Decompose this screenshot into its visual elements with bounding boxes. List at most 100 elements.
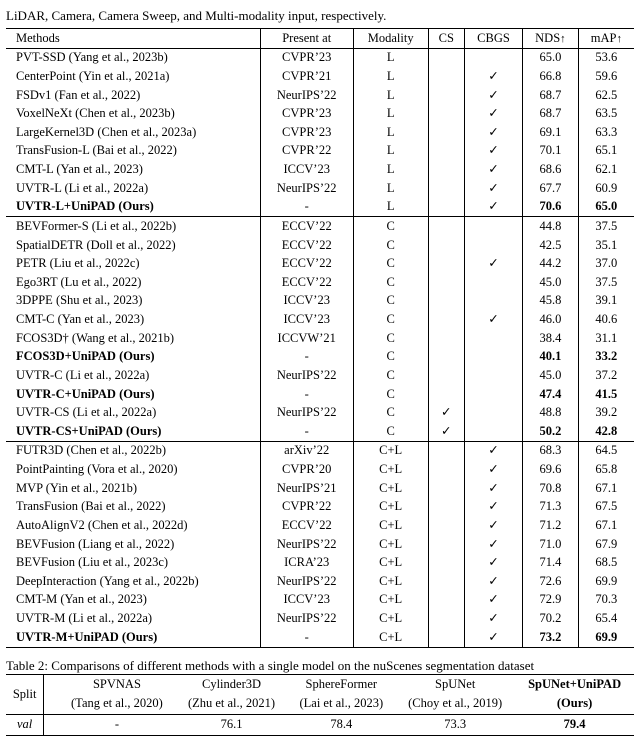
cell-presentat: ICCVW’21: [260, 329, 353, 348]
cell-method: LargeKernel3D (Chen et al., 2023a): [6, 123, 260, 142]
cell-cs: [428, 67, 464, 86]
cell-modality: L: [353, 105, 428, 124]
cell-nds: 72.9: [523, 591, 579, 610]
table2-caption: Table 2: Comparisons of different method…: [6, 658, 634, 674]
cell-cbgs: [464, 422, 522, 441]
cell-modality: L: [353, 67, 428, 86]
cell-modality: C: [353, 311, 428, 330]
table-row: Ego3RT (Lu et al., 2022)ECCV’22C45.037.5: [6, 273, 634, 292]
t2-col1b: (Tang et al., 2020): [58, 694, 175, 714]
cell-nds: 46.0: [523, 311, 579, 330]
check-icon: [488, 481, 498, 495]
t2-v5: 79.4: [515, 715, 634, 736]
cell-modality: L: [353, 123, 428, 142]
cell-nds: 45.0: [523, 366, 579, 385]
table-row: UVTR-CS (Li et al., 2022a)NeurIPS’22C48.…: [6, 404, 634, 423]
cell-presentat: CVPR’22: [260, 142, 353, 161]
cell-method: FSDv1 (Fan et al., 2022): [6, 86, 260, 105]
cell-nds: 69.6: [523, 461, 579, 480]
cell-map: 69.9: [578, 628, 634, 647]
cell-method: SpatialDETR (Doll et al., 2022): [6, 236, 260, 255]
cell-cs: [428, 628, 464, 647]
t2-v3: 78.4: [287, 715, 395, 736]
cell-cbgs: [464, 348, 522, 367]
cell-cbgs: [464, 554, 522, 573]
table-row: TransFusion-L (Bai et al., 2022)CVPR’22L…: [6, 142, 634, 161]
cell-method: UVTR-CS (Li et al., 2022a): [6, 404, 260, 423]
cell-cbgs: [464, 535, 522, 554]
cell-presentat: ECCV’22: [260, 273, 353, 292]
table-row: BEVFormer-S (Li et al., 2022b)ECCV’22C44…: [6, 217, 634, 236]
cell-method: CenterPoint (Yin et al., 2021a): [6, 67, 260, 86]
check-icon: [488, 256, 498, 270]
check-icon: [488, 312, 498, 326]
cell-nds: 67.7: [523, 179, 579, 198]
col-presentat: Present at: [260, 29, 353, 49]
cell-modality: L: [353, 179, 428, 198]
cell-presentat: ECCV’22: [260, 236, 353, 255]
table-row: DeepInteraction (Yang et al., 2022b)Neur…: [6, 572, 634, 591]
cell-nds: 44.2: [523, 255, 579, 274]
cell-modality: C+L: [353, 516, 428, 535]
table-row: CMT-C (Yan et al., 2023)ICCV’23C46.040.6: [6, 311, 634, 330]
cell-map: 33.2: [578, 348, 634, 367]
cell-method: AutoAlignV2 (Chen et al., 2022d): [6, 516, 260, 535]
cell-cbgs: [464, 123, 522, 142]
cell-map: 37.5: [578, 273, 634, 292]
cell-map: 41.5: [578, 385, 634, 404]
table-row: PETR (Liu et al., 2022c)ECCV’22C44.237.0: [6, 255, 634, 274]
cell-nds: 42.5: [523, 236, 579, 255]
check-icon: [488, 106, 498, 120]
cell-cbgs: [464, 479, 522, 498]
cell-presentat: ICCV’23: [260, 311, 353, 330]
cell-nds: 66.8: [523, 67, 579, 86]
check-icon: [488, 88, 498, 102]
table-2: Split SPVNAS Cylinder3D SphereFormer SpU…: [6, 674, 634, 736]
table-row: 3DPPE (Shu et al., 2023)ICCV’23C45.839.1: [6, 292, 634, 311]
table-row: UVTR-C+UniPAD (Ours)-C47.441.5: [6, 385, 634, 404]
cell-method: UVTR-C (Li et al., 2022a): [6, 366, 260, 385]
cell-nds: 73.2: [523, 628, 579, 647]
cell-cs: [428, 292, 464, 311]
cell-nds: 45.8: [523, 292, 579, 311]
table2-header-row-2: (Tang et al., 2020) (Zhu et al., 2021) (…: [6, 694, 634, 714]
cell-map: 39.1: [578, 292, 634, 311]
cell-cs: [428, 255, 464, 274]
table-row: CMT-M (Yan et al., 2023)ICCV’23C+L72.970…: [6, 591, 634, 610]
cell-cs: [428, 535, 464, 554]
table-row: FCOS3D+UniPAD (Ours)-C40.133.2: [6, 348, 634, 367]
cell-presentat: ICCV’23: [260, 161, 353, 180]
cell-map: 42.8: [578, 422, 634, 441]
cell-presentat: ECCV’22: [260, 217, 353, 236]
cell-cs: [428, 123, 464, 142]
t2-col5a: SpUNet+UniPAD: [515, 674, 634, 694]
cell-method: CMT-M (Yan et al., 2023): [6, 591, 260, 610]
cell-cbgs: [464, 179, 522, 198]
cell-nds: 47.4: [523, 385, 579, 404]
cell-presentat: CVPR’23: [260, 48, 353, 67]
cell-map: 67.5: [578, 498, 634, 517]
t2-col2b: (Zhu et al., 2021): [176, 694, 288, 714]
cell-modality: C: [353, 255, 428, 274]
cell-modality: C+L: [353, 461, 428, 480]
cell-cbgs: [464, 273, 522, 292]
cell-method: BEVFormer-S (Li et al., 2022b): [6, 217, 260, 236]
cell-cbgs: [464, 404, 522, 423]
cell-presentat: NeurIPS’22: [260, 179, 353, 198]
cell-method: DeepInteraction (Yang et al., 2022b): [6, 572, 260, 591]
table2-header-row-1: Split SPVNAS Cylinder3D SphereFormer SpU…: [6, 674, 634, 694]
cell-cbgs: [464, 217, 522, 236]
t2-col1a: SPVNAS: [58, 674, 175, 694]
table2-row-val: val - 76.1 78.4 73.3 79.4: [6, 715, 634, 736]
cell-cbgs: [464, 516, 522, 535]
t2-col3b: (Lai et al., 2023): [287, 694, 395, 714]
cell-presentat: ECCV’22: [260, 255, 353, 274]
check-icon: [488, 443, 498, 457]
t2-col5b: (Ours): [515, 694, 634, 714]
table-row: CenterPoint (Yin et al., 2021a)CVPR’21L6…: [6, 67, 634, 86]
check-icon: [488, 630, 498, 644]
cell-cbgs: [464, 236, 522, 255]
table-row: FCOS3D† (Wang et al., 2021b)ICCVW’21C38.…: [6, 329, 634, 348]
cell-presentat: -: [260, 422, 353, 441]
table1-header-row: Methods Present at Modality CS CBGS NDS↑…: [6, 29, 634, 49]
